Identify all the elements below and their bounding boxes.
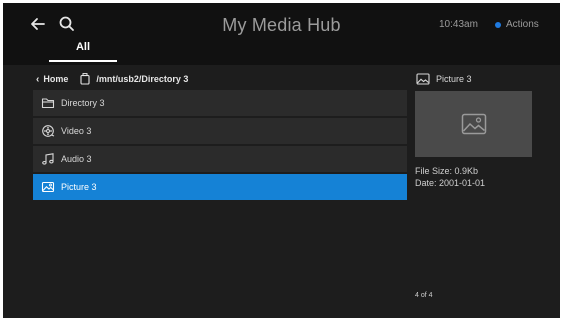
image-placeholder-icon [461,113,486,135]
video-icon [42,125,55,137]
breadcrumb: ‹ Home /mnt/usb2/Directory 3 [36,71,188,87]
clock: 10:43am [439,19,478,30]
home-link[interactable]: ‹ Home [36,74,68,85]
breadcrumb-path: /mnt/usb2/Directory 3 [96,74,189,84]
actions-label: Actions [506,19,539,30]
usb-drive-icon [80,73,90,85]
chevron-left-icon: ‹ [36,73,40,85]
list-item-label: Video 3 [61,126,92,136]
list-item-audio[interactable]: Audio 3 [33,146,407,172]
media-hub-screen: My Media Hub All 10:43am Actions ‹ Home … [3,3,560,318]
tab-all[interactable]: All [49,39,117,62]
preview-title-label: Picture 3 [436,74,472,84]
tab-all-label: All [75,41,91,53]
home-label: Home [43,74,69,84]
picture-icon [416,73,430,85]
preview-title: Picture 3 [416,73,472,85]
folder-icon [41,98,55,109]
preview-thumbnail [415,91,532,157]
list-item-label: Directory 3 [61,98,105,108]
page-count: 4 of 4 [415,292,433,299]
file-metadata: File Size: 0.9Kb Date: 2001-01-01 [415,165,485,189]
list-item-picture[interactable]: Picture 3 [33,174,407,200]
actions-button[interactable]: Actions [495,19,539,30]
actions-dot-icon [495,21,501,28]
list-item-label: Audio 3 [61,154,92,164]
list-item-video[interactable]: Video 3 [33,118,407,144]
music-note-icon [42,153,54,165]
top-bar: My Media Hub All 10:43am Actions [3,3,560,65]
picture-icon [41,181,55,193]
file-date: Date: 2001-01-01 [415,178,486,188]
file-list: Directory 3 Video 3 Audio 3 Picture 3 [33,90,407,202]
list-item-directory[interactable]: Directory 3 [33,90,407,116]
file-size: File Size: 0.9Kb [415,166,479,176]
tab-active-indicator [49,60,117,62]
list-item-label: Picture 3 [61,182,97,192]
